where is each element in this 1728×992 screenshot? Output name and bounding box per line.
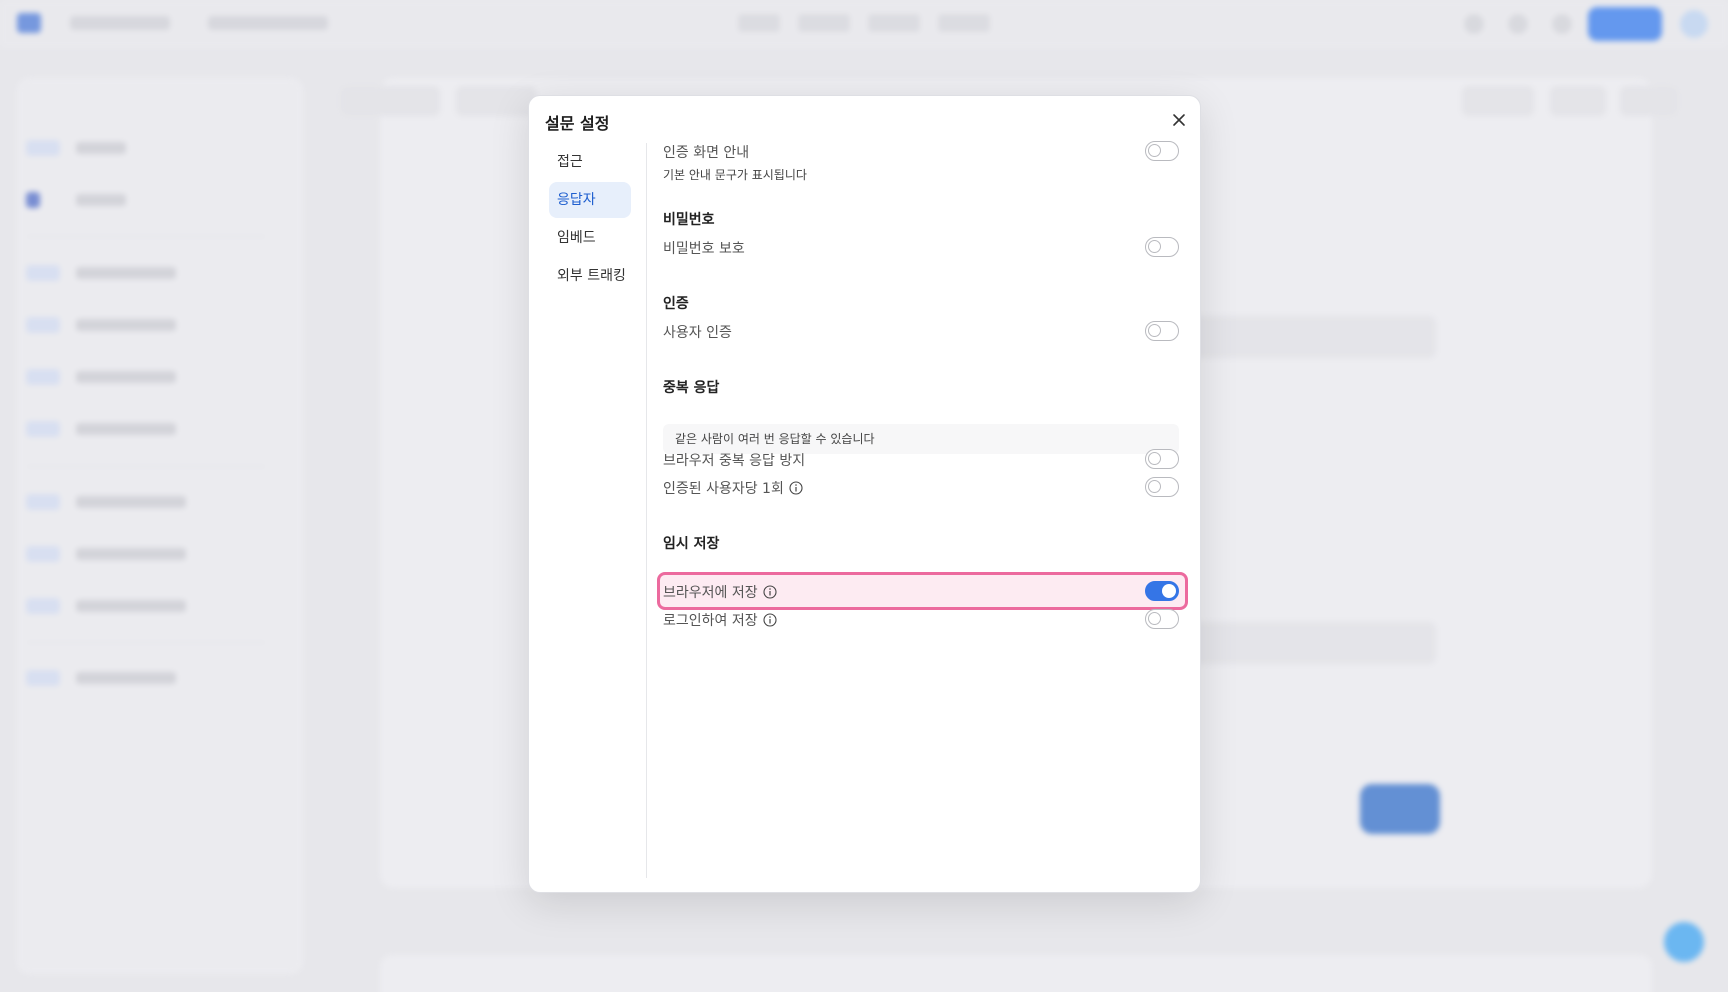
info-icon[interactable] [789, 481, 803, 495]
auth-screen-description: 기본 안내 문구가 표시됩니다 [663, 168, 807, 182]
password-label: 비밀번호 보호 [663, 241, 745, 257]
nav-item-respondent[interactable]: 응답자 [549, 182, 631, 218]
nav-item-external-tracking[interactable]: 외부 트래킹 [549, 258, 631, 294]
browser-save-toggle[interactable] [1145, 581, 1179, 601]
auth-screen-label: 인증 화면 안내 [663, 145, 750, 161]
password-toggle[interactable] [1145, 237, 1179, 257]
browser-duplicate-label: 브라우저 중복 응답 방지 [663, 453, 806, 469]
per-user-label: 인증된 사용자당 1회 [663, 478, 803, 498]
user-auth-row: 사용자 인증 [663, 320, 1185, 342]
auth-screen-row: 인증 화면 안내 [663, 140, 1185, 162]
login-save-row: 로그인하여 저장 [663, 608, 1185, 630]
per-user-row: 인증된 사용자당 1회 [663, 476, 1185, 498]
user-auth-toggle[interactable] [1145, 321, 1179, 341]
login-save-label: 로그인하여 저장 [663, 610, 777, 630]
browser-save-row: 브라우저에 저장 [663, 580, 1185, 602]
auth-screen-toggle[interactable] [1145, 141, 1179, 161]
settings-nav: 접근 응답자 임베드 외부 트래킹 [549, 144, 631, 296]
login-save-toggle[interactable] [1145, 609, 1179, 629]
password-row: 비밀번호 보호 [663, 236, 1185, 258]
auth-section-title: 인증 [663, 296, 689, 312]
user-auth-label: 사용자 인증 [663, 325, 732, 341]
per-user-toggle[interactable] [1145, 477, 1179, 497]
nav-divider [646, 143, 647, 878]
duplicate-section-title: 중복 응답 [663, 380, 720, 396]
modal-title: 설문 설정 [545, 114, 610, 133]
browser-save-label: 브라우저에 저장 [663, 582, 777, 602]
temp-save-section-title: 임시 저장 [663, 536, 720, 552]
browser-duplicate-toggle[interactable] [1145, 449, 1179, 469]
password-section-title: 비밀번호 [663, 212, 715, 228]
respondent-settings: 인증 화면 안내 기본 안내 문구가 표시됩니다 비밀번호 비밀번호 보호 인증… [663, 96, 1185, 886]
browser-duplicate-row: 브라우저 중복 응답 방지 [663, 448, 1185, 470]
info-icon[interactable] [763, 613, 777, 627]
nav-item-access[interactable]: 접근 [549, 144, 631, 180]
nav-item-embed[interactable]: 임베드 [549, 220, 631, 256]
survey-settings-modal: 설문 설정 접근 응답자 임베드 외부 트래킹 인증 화면 안내 기본 안내 문… [528, 95, 1201, 893]
info-icon[interactable] [763, 585, 777, 599]
